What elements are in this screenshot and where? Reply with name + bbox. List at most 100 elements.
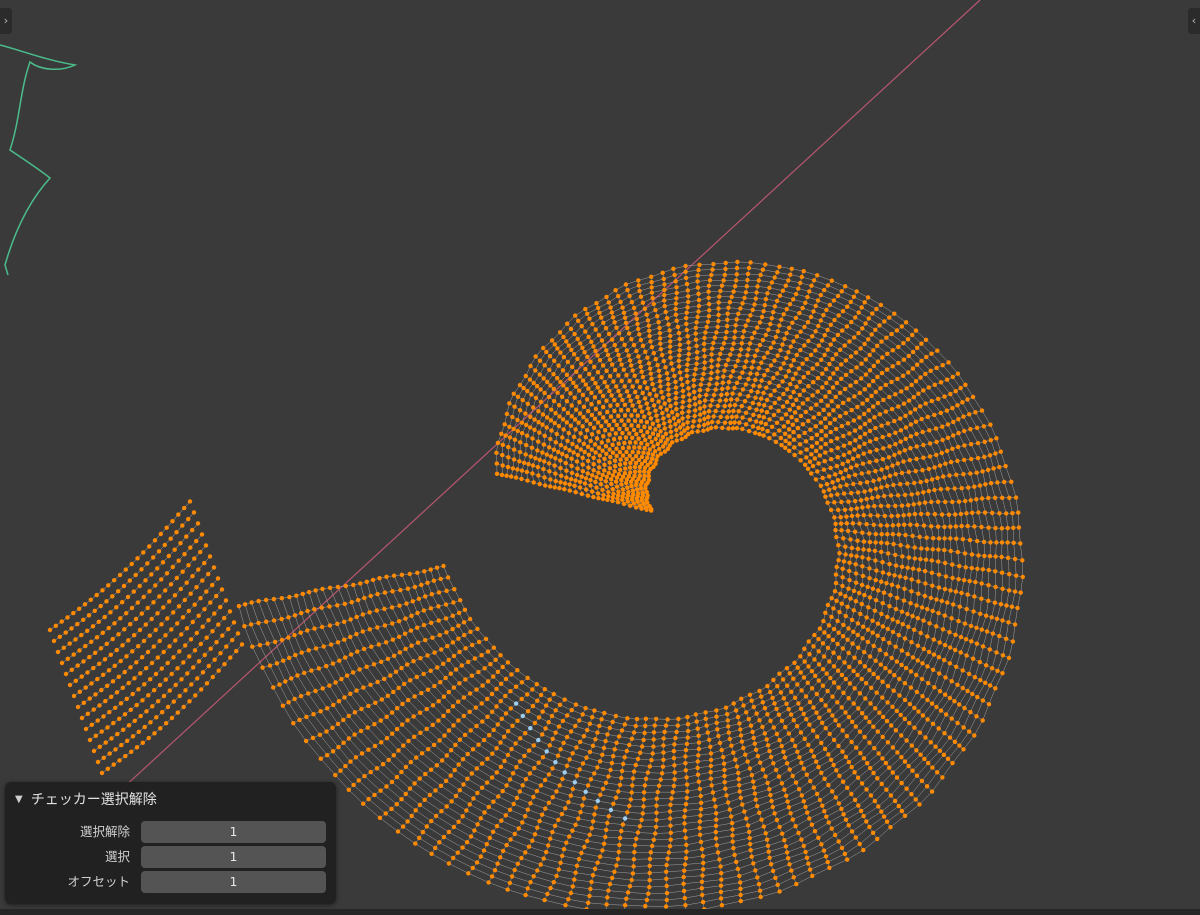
vertex [111,762,116,767]
vertex [866,470,871,475]
vertex [602,428,608,433]
vertex [697,262,702,267]
vertex [457,681,462,686]
toolbar-toggle-left[interactable]: › [0,8,12,34]
vertex [790,402,796,407]
vertex [866,337,871,342]
vertex [512,437,518,442]
vertex [798,280,803,286]
vertex [849,507,854,512]
vertex [739,341,744,346]
collapse-arrow-icon[interactable]: ▼ [15,794,23,805]
vertex [757,414,762,419]
vertex [609,310,615,315]
sidebar-toggle-right[interactable]: ‹ [1188,8,1200,34]
vertex [772,701,777,706]
vertex [371,662,377,667]
vertex [617,842,622,848]
vertex [768,862,774,867]
vertex [948,524,953,529]
vertex [937,640,942,645]
vertex [650,381,655,387]
vertex [899,389,904,394]
select-field[interactable]: 1 [141,846,326,868]
vertex [641,450,646,455]
vertex [574,407,579,412]
vertex [835,404,841,409]
vertex [834,564,839,570]
vertex [637,503,643,508]
vertex [577,767,582,772]
offset-field[interactable]: 1 [141,871,326,893]
vertex [647,333,652,339]
segment-edge [643,719,668,913]
vertex [228,655,233,660]
vertex [947,661,953,666]
vertex [389,806,394,812]
vertex [805,294,810,300]
vertex [627,440,633,445]
vertex [377,576,382,581]
vertex [747,841,753,847]
vertex [588,421,593,427]
vertex [149,660,155,666]
vertex [737,783,742,788]
vertex [748,260,753,265]
vertex [494,461,499,466]
vertex [578,447,583,452]
vertex [890,629,896,635]
vertex [697,825,702,831]
vertex [918,630,923,636]
vertex [423,594,428,599]
vertex [587,721,593,726]
vertex [895,461,900,466]
vertex [884,819,890,824]
vertex [804,357,809,362]
vertex [924,535,929,540]
vertex [669,796,674,801]
vertex [859,305,864,310]
vertex [686,294,691,299]
vertex [719,877,724,882]
vertex [202,560,207,566]
vertex [705,319,711,324]
vertex [627,358,633,363]
vertex [165,660,170,666]
vertex [875,374,880,380]
vertex [810,334,815,339]
vertex [525,388,530,394]
vertex [649,285,654,290]
vertex [136,687,141,692]
vertex [520,713,525,719]
vertex [811,415,816,420]
deselect-field[interactable]: 1 [141,821,326,843]
vertex [352,710,358,715]
vertex [635,413,640,418]
3d-viewport[interactable]: › ‹ ▼ チェッカー選択解除 選択解除 1 選択 1 オフセット 1 [0,0,1200,915]
adjust-last-operation-panel[interactable]: ▼ チェッカー選択解除 選択解除 1 選択 1 オフセット 1 [5,782,336,904]
vertex [872,746,877,751]
vertex [630,403,635,408]
vertex [921,490,926,495]
vertex [669,361,674,366]
panel-header[interactable]: ▼ チェッカー選択解除 [15,788,157,810]
vertex [865,295,871,300]
vertex [830,637,836,643]
vertex [754,419,759,424]
mesh-wireframe[interactable] [0,0,1200,915]
vertex [628,470,633,475]
vertex [779,718,785,723]
vertex [614,325,619,330]
vertex [445,643,450,649]
vertex [907,720,912,726]
vertex [841,622,846,628]
vertex [903,425,909,430]
vertex [947,695,953,701]
vertex [408,628,414,633]
vertex [643,723,648,729]
vertex [760,724,765,730]
vertex [794,397,799,402]
vertex [589,390,594,395]
vertex [909,792,914,797]
vertex [740,802,745,807]
